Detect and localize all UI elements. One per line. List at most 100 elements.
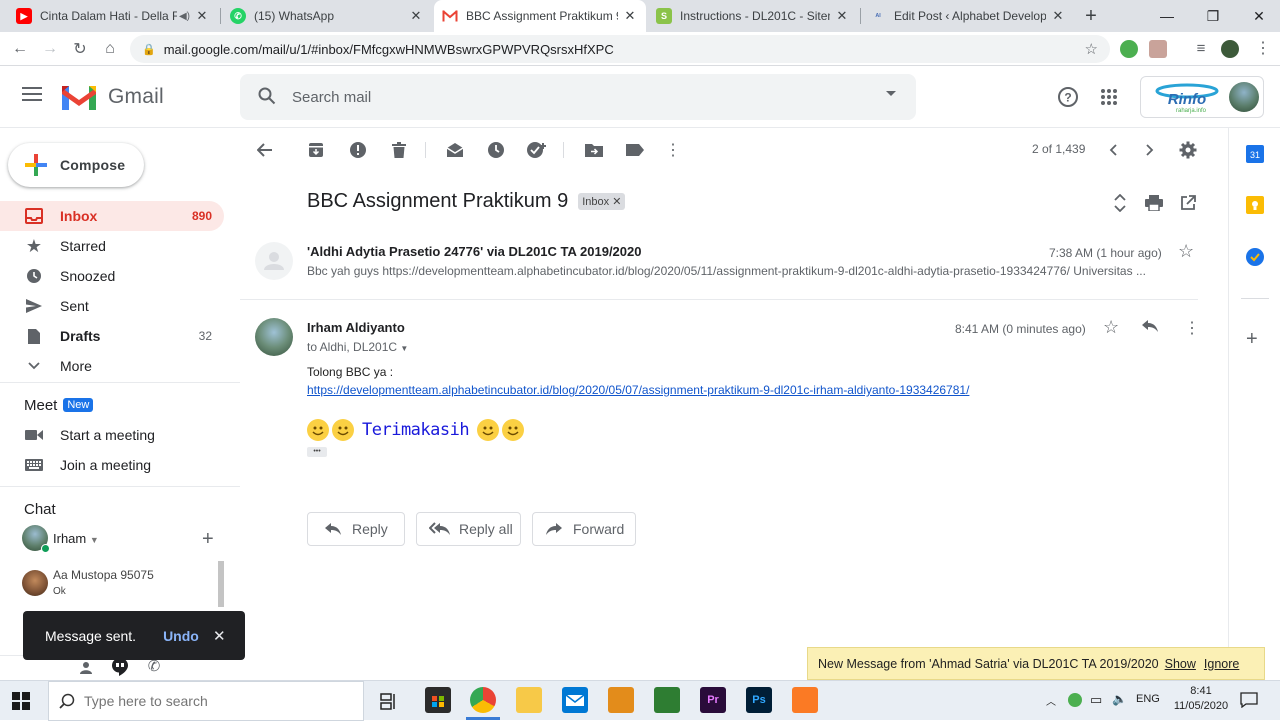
taskbar-search[interactable]	[48, 681, 364, 721]
reload-icon[interactable]: ↻	[68, 37, 92, 61]
new-tab-button[interactable]: +	[1080, 5, 1102, 27]
tray-globe-icon[interactable]	[1068, 693, 1082, 707]
bookmark-star-icon[interactable]: ☆	[1085, 40, 1098, 58]
add-to-tasks-icon[interactable]	[527, 140, 547, 160]
apps-grid-icon[interactable]	[1097, 85, 1121, 109]
tab-instructions[interactable]: S Instructions - DL201C - Sitem E ✕	[648, 0, 858, 32]
account-logo[interactable]: Rinfo raharja.info	[1140, 76, 1264, 118]
profile-avatar[interactable]	[1221, 40, 1239, 58]
nav-item-inbox[interactable]: Inbox 890	[0, 201, 224, 231]
search-bar[interactable]	[240, 74, 916, 120]
chat-self-name[interactable]: Irham ▼	[53, 531, 99, 546]
settings-gear-icon[interactable]	[1178, 140, 1198, 160]
forward-icon[interactable]: →	[38, 37, 62, 61]
clock[interactable]: 8:41 11/05/2020	[1171, 685, 1231, 712]
delete-icon[interactable]	[389, 140, 409, 160]
language-indicator[interactable]: ENG	[1136, 693, 1160, 705]
message-link[interactable]: https://developmentteam.alphabetincubato…	[307, 383, 969, 397]
nav-item-drafts[interactable]: Drafts 32	[0, 321, 224, 351]
message-snippet[interactable]: Bbc yah guys https://developmentteam.alp…	[307, 264, 1189, 278]
join-meeting-item[interactable]: Join a meeting	[0, 450, 224, 480]
close-icon[interactable]: ✕	[408, 8, 424, 24]
photoshop-icon[interactable]: Ps	[746, 687, 772, 713]
browser-menu-icon[interactable]: ⋮	[1254, 40, 1272, 58]
xampp-icon[interactable]	[792, 687, 818, 713]
close-icon[interactable]: ✕	[1050, 8, 1066, 24]
contact-name[interactable]: Aa Mustopa 95075	[53, 568, 154, 582]
message-more-icon[interactable]: ⋮	[1184, 318, 1200, 338]
microsoft-store-icon[interactable]	[425, 687, 451, 713]
move-to-icon[interactable]	[584, 140, 604, 160]
sender-avatar[interactable]	[255, 318, 293, 356]
hangouts-icon[interactable]	[110, 657, 130, 677]
minimize-button[interactable]: —	[1144, 0, 1190, 32]
ignore-link[interactable]: Ignore	[1204, 657, 1239, 671]
search-icon[interactable]	[258, 87, 276, 108]
reply-icon[interactable]	[1141, 319, 1159, 336]
add-chat-icon[interactable]: +	[202, 528, 214, 551]
inbox-label-chip[interactable]: Inbox ✕	[578, 193, 626, 210]
sender-avatar[interactable]	[255, 242, 293, 280]
mark-unread-icon[interactable]	[445, 140, 465, 160]
expand-all-icon[interactable]	[1110, 193, 1130, 213]
gmail-logo[interactable]: Gmail	[62, 84, 164, 110]
premiere-pro-icon[interactable]: Pr	[700, 687, 726, 713]
extension-pdf-icon[interactable]	[1149, 40, 1167, 58]
mail-app-icon[interactable]	[562, 687, 588, 713]
windows-start-icon[interactable]	[12, 692, 30, 710]
show-link[interactable]: Show	[1165, 657, 1196, 671]
person-icon[interactable]	[76, 658, 96, 678]
close-icon[interactable]: ✕	[213, 627, 226, 645]
nav-item-snoozed[interactable]: Snoozed	[0, 261, 224, 291]
speaker-icon[interactable]: ◀)	[179, 11, 190, 22]
maximize-button[interactable]: ❐	[1190, 0, 1236, 32]
task-view-icon[interactable]	[380, 692, 400, 710]
back-icon[interactable]: ←	[8, 37, 32, 61]
media-control-icon[interactable]: ≡	[1192, 40, 1210, 58]
undo-button[interactable]: Undo	[163, 628, 199, 644]
remove-label-icon[interactable]: ✕	[612, 196, 621, 208]
tasks-icon[interactable]	[1246, 248, 1264, 266]
message-sender[interactable]: 'Aldhi Adytia Prasetio 24776' via DL201C…	[307, 244, 641, 259]
star-icon[interactable]: ☆	[1178, 241, 1194, 262]
chat-scrollbar[interactable]	[218, 561, 224, 607]
taskbar-search-input[interactable]	[84, 693, 344, 709]
archive-icon[interactable]	[306, 140, 326, 160]
report-spam-icon[interactable]	[348, 140, 368, 160]
calendar-icon[interactable]: 31	[1246, 145, 1264, 163]
add-ons-plus-icon[interactable]: +	[1246, 328, 1258, 351]
tab-youtube[interactable]: ▶ Cinta Dalam Hati - Della Fi ◀) ✕	[8, 0, 218, 32]
tab-gmail-active[interactable]: BBC Assignment Praktikum 9 - ✕	[434, 0, 646, 32]
extension-globe-icon[interactable]	[1120, 40, 1138, 58]
contact-avatar[interactable]	[22, 570, 48, 596]
chrome-taskbar-icon[interactable]	[470, 687, 496, 713]
show-trimmed-content[interactable]: •••	[307, 447, 327, 457]
address-bar[interactable]: 🔒 mail.google.com/mail/u/1/#inbox/FMfcgx…	[130, 35, 1110, 63]
start-meeting-item[interactable]: Start a meeting	[0, 420, 224, 450]
window-close-button[interactable]: ✕	[1236, 0, 1280, 32]
close-icon[interactable]: ✕	[194, 8, 210, 24]
reply-button[interactable]: Reply	[307, 512, 405, 546]
close-icon[interactable]: ✕	[622, 8, 638, 24]
help-icon[interactable]: ?	[1056, 85, 1080, 109]
tab-whatsapp[interactable]: ✆ (15) WhatsApp ✕	[222, 0, 432, 32]
network-icon[interactable]: ▭	[1090, 692, 1102, 708]
sublime-text-icon[interactable]	[608, 687, 634, 713]
volume-icon[interactable]: 🔈	[1112, 692, 1127, 706]
reply-all-button[interactable]: Reply all	[416, 512, 521, 546]
more-actions-icon[interactable]: ⋮	[663, 140, 683, 160]
older-icon[interactable]	[1140, 140, 1160, 160]
print-icon[interactable]	[1144, 193, 1164, 213]
search-input[interactable]	[292, 88, 852, 106]
newer-icon[interactable]	[1103, 140, 1123, 160]
nav-item-starred[interactable]: ★ Starred	[0, 231, 224, 261]
forward-button[interactable]: Forward	[532, 512, 636, 546]
nav-item-more[interactable]: More	[0, 351, 224, 381]
action-center-icon[interactable]	[1240, 692, 1258, 709]
message-sender[interactable]: Irham Aldiyanto	[307, 320, 405, 335]
star-icon[interactable]: ☆	[1103, 317, 1119, 338]
show-hidden-icons[interactable]: ︿	[1046, 693, 1056, 708]
back-to-inbox-icon[interactable]	[255, 140, 275, 160]
tab-edit-post[interactable]: ᴬᴵ Edit Post ‹ Alphabet Developm ✕	[862, 0, 1074, 32]
account-avatar[interactable]	[1229, 82, 1259, 112]
